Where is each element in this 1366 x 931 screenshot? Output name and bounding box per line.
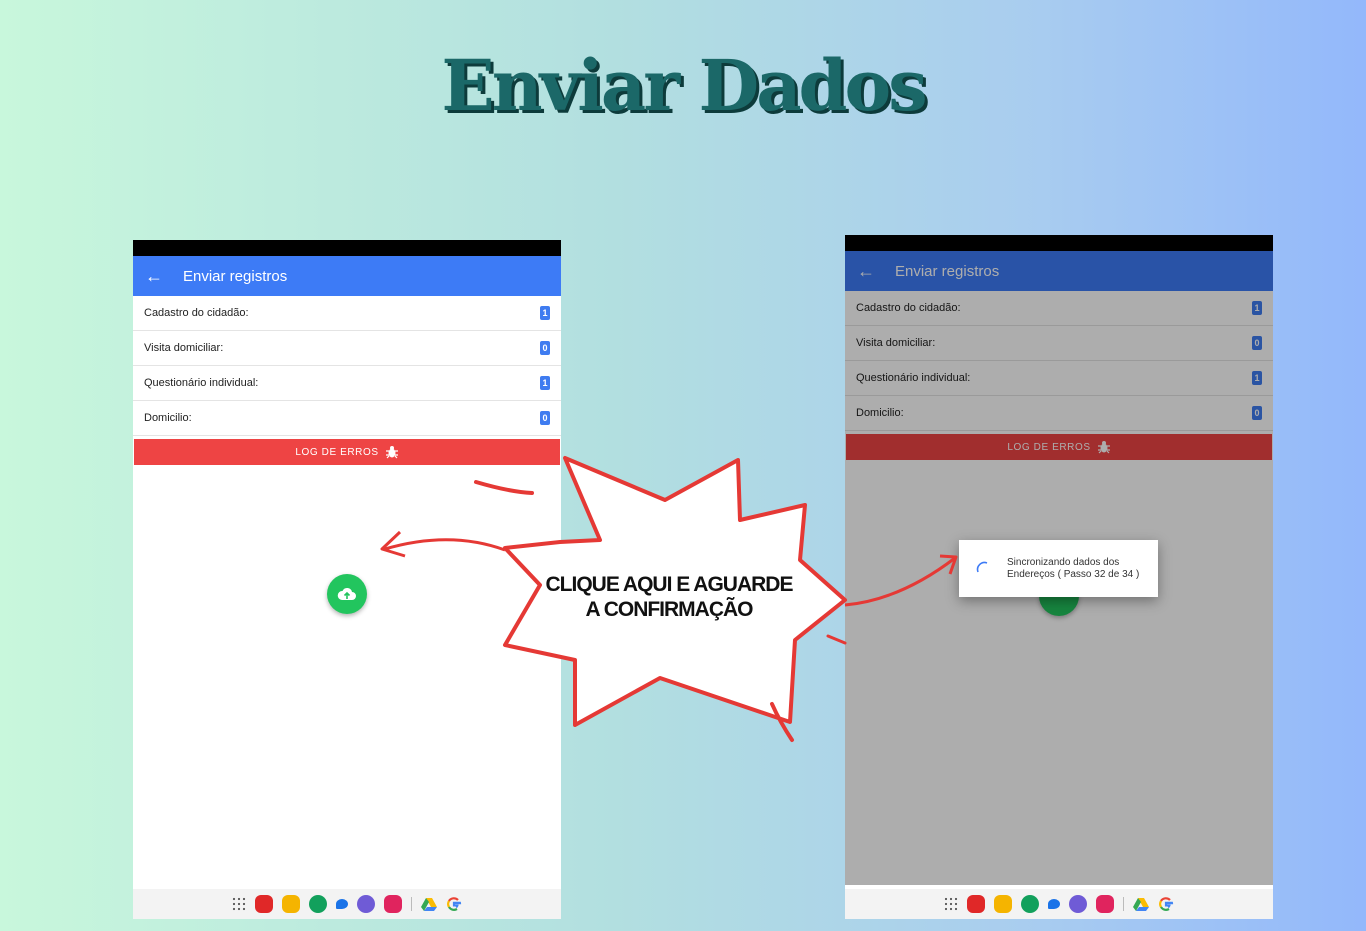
loading-spinner-icon — [976, 561, 988, 572]
log-errors-button[interactable]: LOG DE ERROS — [134, 439, 560, 465]
messages-icon[interactable] — [1048, 899, 1060, 909]
left-phone-screen: ← Enviar registros Cadastro do cidadão: … — [133, 240, 561, 919]
cloud-upload-icon — [337, 587, 356, 600]
taskbar-dock — [845, 889, 1273, 919]
status-bar — [133, 240, 561, 256]
phone-icon[interactable] — [1021, 895, 1039, 913]
callout-line2: A CONFIRMAÇÃO — [585, 598, 753, 621]
taskbar-dock — [133, 889, 561, 919]
files-icon[interactable] — [994, 895, 1012, 913]
app-bar-title: Enviar registros — [183, 267, 288, 285]
back-arrow-icon[interactable]: ← — [145, 266, 165, 287]
bug-icon — [385, 446, 398, 459]
list-item: Questionário individual: 1 — [133, 366, 561, 401]
sync-progress-dialog: Sincronizando dados dos Endereços ( Pass… — [959, 540, 1158, 597]
callout-text: CLIQUE AQUI E AGUARDE A CONFIRMAÇÃO — [530, 572, 808, 622]
count-badge: 0 — [540, 411, 550, 425]
burst-spike — [826, 634, 847, 645]
row-label: Domicilio: — [144, 412, 192, 424]
sync-message-line1: Sincronizando dados dos — [1007, 556, 1120, 568]
google-icon[interactable] — [446, 896, 462, 912]
page-title: Enviar Dados — [441, 44, 927, 127]
app-grid-icon[interactable] — [232, 897, 246, 911]
row-label: Visita domiciliar: — [144, 342, 224, 354]
flipboard-icon[interactable] — [255, 895, 273, 913]
list-item: Cadastro do cidadão: 1 — [133, 296, 561, 331]
sync-message: Sincronizando dados dos Endereços ( Pass… — [1007, 557, 1147, 581]
sync-message-line2: Endereços ( Passo 32 de 34 ) — [1007, 568, 1140, 580]
callout-line1: CLIQUE AQUI E AGUARDE — [545, 573, 794, 596]
right-phone-screen: ← Enviar registros Cadastro do cidadão: … — [845, 235, 1273, 919]
list-item: Domicilio: 0 — [133, 401, 561, 436]
burst-spike — [770, 702, 794, 742]
count-badge: 1 — [540, 376, 550, 390]
drive-icon[interactable] — [421, 897, 437, 911]
screen-recorder-icon[interactable] — [384, 895, 402, 913]
list-item: Visita domiciliar: 0 — [133, 331, 561, 366]
upload-cloud-button[interactable] — [327, 574, 367, 614]
messages-icon[interactable] — [336, 899, 348, 909]
row-label: Cadastro do cidadão: — [144, 307, 249, 319]
internet-icon[interactable] — [1069, 895, 1087, 913]
dock-divider — [411, 897, 412, 911]
log-errors-label: LOG DE ERROS — [295, 446, 379, 458]
flipboard-icon[interactable] — [967, 895, 985, 913]
count-badge: 0 — [540, 341, 550, 355]
files-icon[interactable] — [282, 895, 300, 913]
app-grid-icon[interactable] — [944, 897, 958, 911]
screen-recorder-icon[interactable] — [1096, 895, 1114, 913]
drive-icon[interactable] — [1133, 897, 1149, 911]
app-bar: ← Enviar registros — [133, 256, 561, 296]
google-icon[interactable] — [1158, 896, 1174, 912]
phone-icon[interactable] — [309, 895, 327, 913]
count-badge: 1 — [540, 306, 550, 320]
dock-divider — [1123, 897, 1124, 911]
internet-icon[interactable] — [357, 895, 375, 913]
row-label: Questionário individual: — [144, 377, 259, 389]
